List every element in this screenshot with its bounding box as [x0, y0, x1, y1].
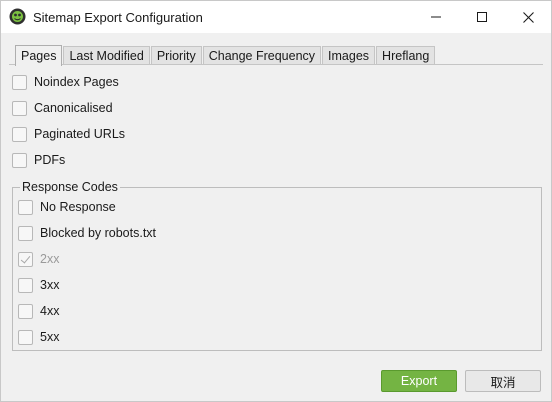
canonicalised-label: Canonicalised	[34, 101, 113, 115]
close-icon	[522, 11, 534, 23]
option-pdfs[interactable]: PDFs	[12, 151, 65, 169]
tab-last-modified[interactable]: Last Modified	[63, 46, 150, 65]
response-codes-title: Response Codes	[20, 180, 120, 194]
option-5xx[interactable]: 5xx	[18, 328, 59, 346]
4xx-label: 4xx	[40, 304, 60, 318]
sitemap-export-dialog: Sitemap Export Configuration Pages Last …	[0, 0, 552, 402]
option-3xx[interactable]: 3xx	[18, 276, 59, 294]
minimize-button[interactable]	[413, 1, 459, 33]
tab-strip: Pages Last Modified Priority Change Freq…	[15, 43, 436, 66]
tab-pages[interactable]: Pages	[15, 45, 63, 66]
export-button[interactable]: Export	[381, 370, 457, 392]
noindex-pages-label: Noindex Pages	[34, 75, 119, 89]
cancel-button[interactable]: 取消	[465, 370, 541, 392]
option-2xx: 2xx	[18, 250, 59, 268]
maximize-button[interactable]	[459, 1, 505, 33]
tab-divider	[9, 64, 543, 65]
pdfs-checkbox[interactable]	[12, 152, 27, 168]
blocked-by-robots-label: Blocked by robots.txt	[40, 226, 157, 240]
paginated-urls-checkbox[interactable]	[12, 126, 27, 142]
2xx-label: 2xx	[40, 252, 60, 266]
3xx-checkbox[interactable]	[18, 277, 33, 293]
option-4xx[interactable]: 4xx	[18, 302, 59, 320]
5xx-label: 5xx	[40, 330, 60, 344]
tab-priority[interactable]: Priority	[150, 46, 202, 65]
tab-images[interactable]: Images	[322, 46, 376, 65]
pdfs-label: PDFs	[34, 153, 66, 167]
dialog-body: Pages Last Modified Priority Change Freq…	[1, 33, 551, 401]
window-title: Sitemap Export Configuration	[33, 10, 203, 25]
noindex-pages-checkbox[interactable]	[12, 74, 27, 90]
no-response-label: No Response	[40, 200, 116, 214]
option-noindex-pages[interactable]: Noindex Pages	[12, 73, 119, 91]
minimize-icon	[431, 16, 441, 18]
no-response-checkbox[interactable]	[18, 199, 33, 215]
tab-hreflang[interactable]: Hreflang	[376, 46, 436, 65]
option-blocked-by-robots[interactable]: Blocked by robots.txt	[18, 224, 156, 242]
title-bar: Sitemap Export Configuration	[1, 1, 551, 33]
canonicalised-checkbox[interactable]	[12, 100, 27, 116]
5xx-checkbox[interactable]	[18, 329, 33, 345]
maximize-icon	[477, 12, 487, 22]
frog-app-icon	[9, 8, 26, 25]
option-paginated-urls[interactable]: Paginated URLs	[12, 125, 125, 143]
tab-change-frequency[interactable]: Change Frequency	[202, 46, 322, 65]
2xx-checkbox	[18, 251, 33, 267]
close-button[interactable]	[505, 1, 551, 33]
option-no-response[interactable]: No Response	[18, 198, 116, 216]
4xx-checkbox[interactable]	[18, 303, 33, 319]
3xx-label: 3xx	[40, 278, 60, 292]
option-canonicalised[interactable]: Canonicalised	[12, 99, 113, 117]
paginated-urls-label: Paginated URLs	[34, 127, 126, 141]
blocked-by-robots-checkbox[interactable]	[18, 225, 33, 241]
